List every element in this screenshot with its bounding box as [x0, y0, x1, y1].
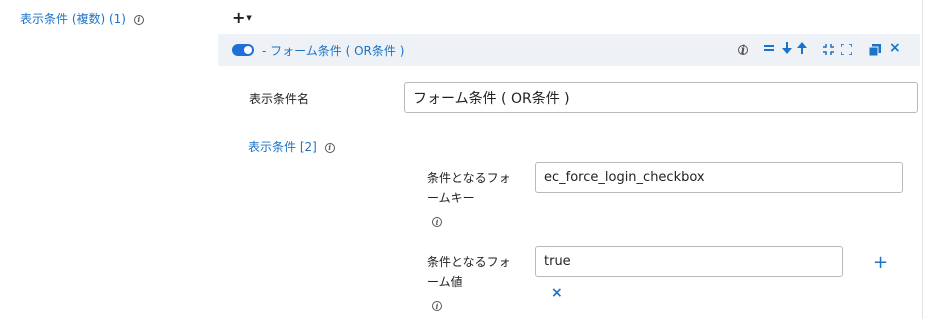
form-value-input[interactable]: true [535, 246, 843, 277]
add-value-button[interactable]: + [873, 252, 888, 273]
info-icon[interactable]: i [432, 217, 442, 227]
close-icon[interactable]: × [889, 40, 901, 56]
panel-divider [922, 0, 923, 319]
condition-header: - フォーム条件 ( OR条件 ) i × [218, 34, 920, 66]
condition-title[interactable]: - フォーム条件 ( OR条件 ) [262, 42, 404, 59]
form-key-label-line1: 条件となるフォ [427, 171, 511, 185]
conditions-label[interactable]: 表示条件 [2] i [248, 138, 335, 155]
collapse-icon[interactable] [823, 44, 834, 58]
conditions-label-text: 表示条件 [2] [248, 140, 317, 154]
form-value-label-line1: 条件となるフォ [427, 255, 511, 269]
arrow-up-icon[interactable] [797, 42, 807, 57]
add-menu-button[interactable]: + ▼ [232, 8, 252, 27]
section-label: 表示条件 (複数) (1) i [20, 10, 144, 27]
menu-lines-icon[interactable] [764, 42, 774, 56]
expand-icon[interactable] [840, 43, 853, 58]
chevron-down-icon: ▼ [246, 14, 252, 22]
info-icon[interactable]: i [324, 142, 335, 153]
info-icon[interactable]: i [738, 44, 748, 56]
form-value-label: 条件となるフォ ーム値 [427, 252, 511, 292]
info-icon[interactable]: i [432, 301, 442, 311]
info-icon[interactable]: i [133, 14, 144, 25]
form-key-label-line2: ームキー [427, 191, 475, 205]
plus-icon: + [232, 8, 246, 27]
form-key-input[interactable]: ec_force_login_checkbox [535, 162, 903, 193]
condition-name-input[interactable]: フォーム条件 ( OR条件 ) [404, 82, 918, 113]
copy-icon[interactable] [868, 44, 881, 59]
remove-value-button[interactable]: × [551, 285, 563, 301]
arrow-down-icon[interactable] [782, 42, 792, 57]
form-key-label: 条件となるフォ ームキー [427, 168, 511, 208]
enable-toggle[interactable] [232, 44, 254, 56]
section-label-text: 表示条件 (複数) (1) [20, 12, 126, 26]
form-value-label-line2: ーム値 [427, 275, 463, 289]
condition-name-label: 表示条件名 [249, 92, 310, 106]
